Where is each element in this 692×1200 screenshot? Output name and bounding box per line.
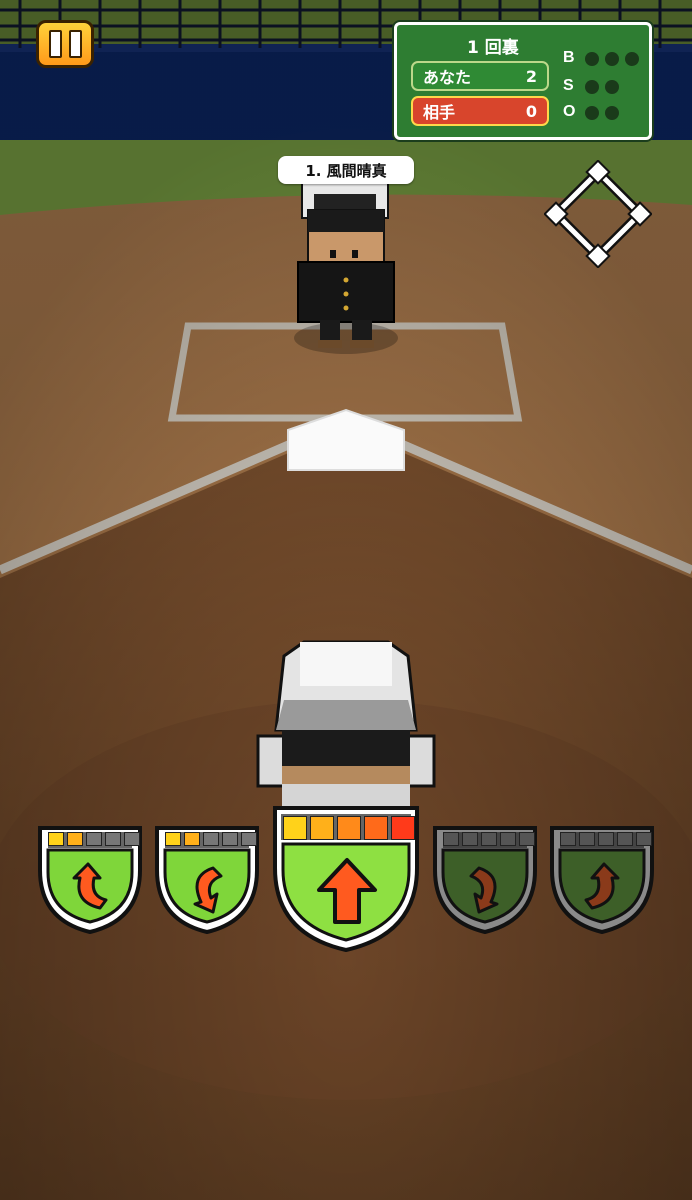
ball-count-dot — [585, 52, 599, 66]
meter-segment — [203, 832, 219, 846]
meter-segment — [124, 832, 140, 846]
meter-segment — [337, 816, 361, 840]
swing-power-meter — [48, 832, 140, 846]
swing-power-meter — [283, 816, 415, 840]
meter-segment — [560, 832, 576, 846]
meter-segment — [105, 832, 121, 846]
pause-button[interactable] — [36, 20, 94, 68]
strike-count-dot — [605, 80, 619, 94]
out-count-dot — [585, 106, 599, 120]
straight-arrow-up-icon — [317, 858, 377, 924]
scoreboard: 1 回裏 あなた 2 相手 0 B S O — [394, 22, 652, 140]
batter-name-label: 1. 風間晴真 — [278, 156, 414, 184]
team-name: 相手 — [423, 103, 456, 122]
swing-left-lower-button[interactable] — [153, 824, 261, 936]
team-name: あなた — [423, 68, 472, 87]
batter-figure — [256, 640, 436, 810]
ball-count-dot — [625, 52, 639, 66]
curve-arrow-right-up-icon — [584, 862, 620, 910]
meter-segment — [598, 832, 614, 846]
curve-arrow-right-down-icon — [469, 866, 499, 914]
curve-arrow-left-down-icon — [193, 866, 223, 914]
swing-right-lower-button[interactable] — [431, 824, 539, 936]
meter-segment — [310, 816, 334, 840]
meter-segment — [165, 832, 181, 846]
strike-count-dot — [585, 80, 599, 94]
swing-power-meter — [165, 832, 257, 846]
swing-straight-button[interactable] — [271, 804, 421, 954]
meter-segment — [481, 832, 497, 846]
ball-count-dot — [605, 52, 619, 66]
meter-segment — [519, 832, 535, 846]
meter-segment — [184, 832, 200, 846]
swing-right-upper-button[interactable] — [548, 824, 656, 936]
out-count-dot — [605, 106, 619, 120]
meter-segment — [500, 832, 516, 846]
meter-segment — [391, 816, 415, 840]
inning-label: 1 回裏 — [467, 38, 519, 58]
balls-label: B — [563, 49, 575, 66]
meter-segment — [48, 832, 64, 846]
meter-segment — [443, 832, 459, 846]
meter-segment — [241, 832, 257, 846]
meter-segment — [86, 832, 102, 846]
meter-segment — [617, 832, 633, 846]
pause-icon-bar-left — [48, 30, 62, 58]
catcher-figure — [294, 181, 398, 354]
meter-segment — [462, 832, 478, 846]
team-row-opponent: 相手 0 — [411, 96, 549, 126]
meter-segment — [579, 832, 595, 846]
team-row-you: あなた 2 — [411, 61, 549, 91]
swing-power-meter — [443, 832, 535, 846]
base-diamond-icon — [544, 160, 652, 268]
meter-segment — [636, 832, 652, 846]
meter-segment — [67, 832, 83, 846]
strikes-label: S — [563, 77, 574, 94]
meter-segment — [283, 816, 307, 840]
outs-label: O — [563, 103, 576, 120]
swing-left-upper-button[interactable] — [36, 824, 144, 936]
team-score: 0 — [525, 101, 537, 121]
team-score: 2 — [525, 66, 537, 86]
meter-segment — [222, 832, 238, 846]
curve-arrow-left-up-icon — [72, 862, 108, 910]
meter-segment — [364, 816, 388, 840]
pause-icon-bar-right — [68, 30, 82, 58]
swing-power-meter — [560, 832, 652, 846]
